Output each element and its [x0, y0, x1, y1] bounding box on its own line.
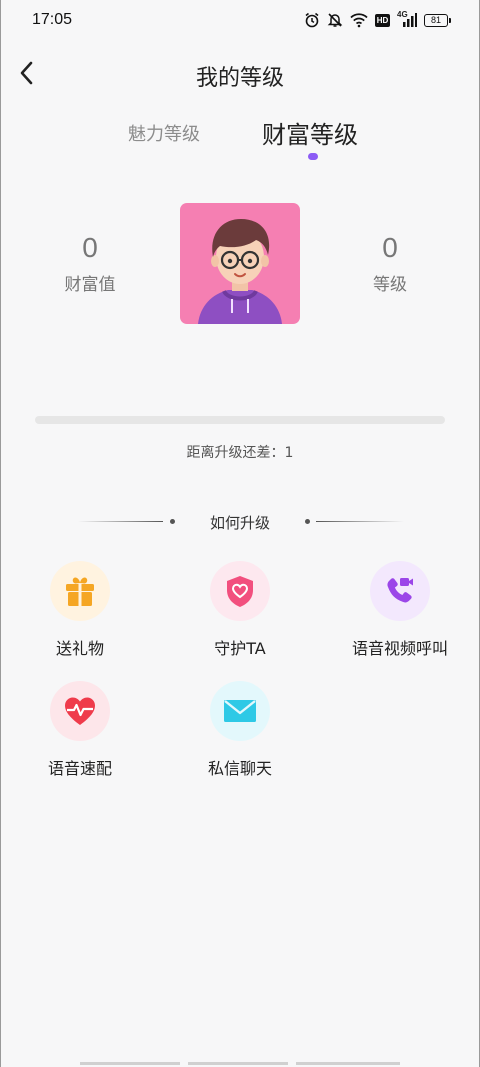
nav-hint-left — [80, 1062, 180, 1065]
hd-icon: HD — [375, 13, 390, 27]
feature-label: 守护TA — [214, 639, 266, 658]
level-tabs: 魅力等级 财富等级 — [0, 110, 480, 170]
divider-line-right — [316, 521, 404, 522]
feature-voice-video-call[interactable]: 语音视频呼叫 — [330, 561, 470, 659]
gift-icon — [66, 577, 94, 606]
battery-icon: 81 — [424, 13, 451, 27]
feature-label: 语音视频呼叫 — [351, 639, 448, 658]
heart-pulse-icon — [65, 697, 95, 725]
wealth-value-stat: 0 财富值 — [40, 232, 140, 295]
signal-icon: 4G — [397, 10, 417, 28]
tab-charm-level[interactable]: 魅力等级 — [128, 120, 200, 146]
feature-label: 私信聊天 — [207, 759, 272, 778]
status-icons: HD 4G 81 — [304, 10, 451, 30]
avatar-illustration — [198, 219, 282, 324]
wealth-label: 财富值 — [64, 275, 116, 295]
mail-icon-badge — [210, 681, 270, 741]
heart-pulse-icon-badge — [50, 681, 110, 741]
feature-private-chat[interactable]: 私信聊天 — [170, 681, 310, 779]
alarm-icon — [305, 12, 319, 28]
feature-voice-match[interactable]: 语音速配 — [10, 681, 150, 779]
status-bar: 17:05 HD 4G 81 — [0, 0, 480, 40]
mute-icon — [327, 13, 343, 27]
nav-hint-right — [296, 1062, 400, 1065]
status-time: 17:05 — [32, 11, 73, 28]
divider-dot-right — [305, 519, 310, 524]
active-tab-indicator — [308, 153, 318, 160]
phone-video-icon-badge — [370, 561, 430, 621]
how-to-upgrade-header: 如何升级 — [0, 510, 480, 534]
header: 我的等级 — [0, 50, 480, 96]
tab-wealth-level[interactable]: 财富等级 — [262, 115, 358, 150]
feature-label: 送礼物 — [55, 639, 104, 658]
shield-heart-icon — [227, 576, 253, 607]
wealth-value: 0 — [82, 232, 98, 263]
section-title: 如何升级 — [209, 514, 270, 532]
page-title: 我的等级 — [195, 66, 284, 91]
level-value: 0 — [382, 232, 398, 263]
avatar — [180, 203, 300, 324]
nav-hint-center — [188, 1062, 288, 1065]
battery-level: 81 — [430, 15, 441, 25]
feature-send-gift[interactable]: 送礼物 — [10, 561, 150, 659]
mail-icon — [224, 700, 256, 722]
feature-guard[interactable]: 守护TA — [170, 561, 310, 659]
wifi-icon — [350, 13, 368, 28]
level-label: 等级 — [373, 275, 407, 295]
feature-label: 语音速配 — [47, 759, 112, 778]
gift-icon-badge — [50, 561, 110, 621]
shield-heart-icon-badge — [210, 561, 270, 621]
level-progress-bar — [35, 416, 445, 424]
level-stat: 0 等级 — [340, 232, 440, 295]
phone-video-icon — [387, 578, 413, 603]
progress-remaining-text: 距离升级还差：1 — [186, 445, 294, 461]
